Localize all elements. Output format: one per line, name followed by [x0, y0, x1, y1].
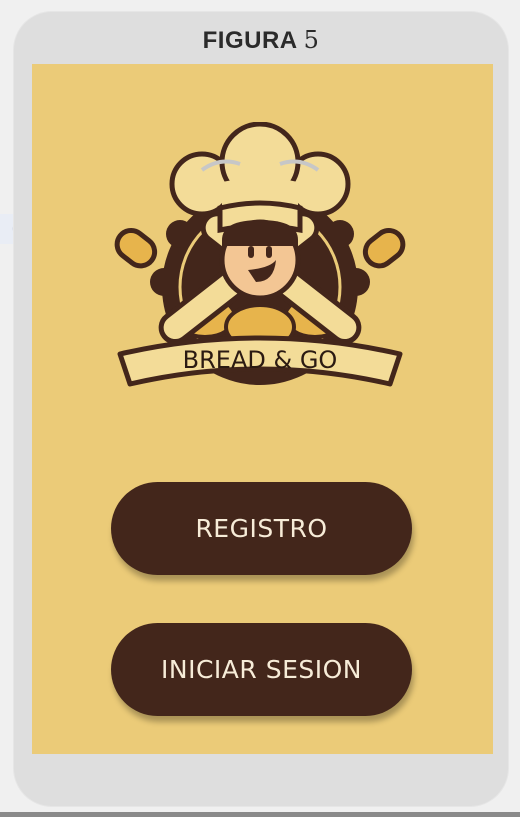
figure-label: FIGURA — [202, 27, 298, 54]
register-button[interactable]: REGISTRO — [111, 482, 412, 575]
window-bottom-bar — [0, 812, 520, 817]
figure-number: 5 — [303, 26, 320, 54]
figure-caption: FIGURA 5 — [14, 26, 508, 55]
logo-text: BREAD & GO — [183, 346, 338, 374]
phone-frame: FIGURA 5 BREAD & GO REGISTRO INICIAR SES… — [14, 12, 508, 806]
bread-and-go-logo: BREAD & GO — [114, 122, 406, 387]
login-button[interactable]: INICIAR SESION — [111, 623, 412, 716]
app-screen: BREAD & GO REGISTRO INICIAR SESION — [32, 64, 493, 754]
